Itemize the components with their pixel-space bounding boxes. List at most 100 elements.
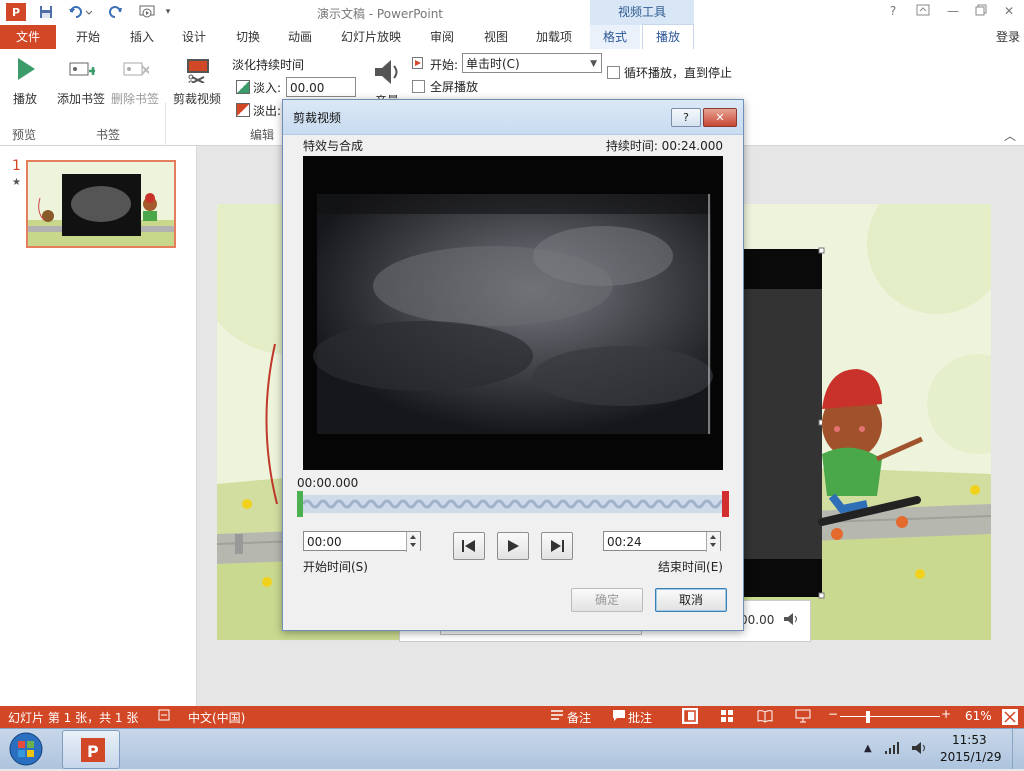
tab-addins[interactable]: 加载项 [528,25,580,49]
fade-in-label: 淡入: [253,81,282,95]
tab-home[interactable]: 开始 [66,25,110,49]
trim-timeline[interactable] [297,491,729,517]
tab-transitions[interactable]: 切换 [226,25,270,49]
add-bookmark-button[interactable]: 添加书签 [54,55,108,107]
play-preview-icon [508,540,519,552]
tab-slideshow[interactable]: 幻灯片放映 [334,25,408,49]
tab-insert[interactable]: 插入 [120,25,164,49]
powerpoint-icon: P [81,738,105,762]
slideshow-view-icon[interactable] [795,709,811,726]
start-button[interactable] [6,731,46,767]
collapse-ribbon-icon[interactable]: ︿ [1004,127,1016,144]
trim-video-icon [187,59,209,86]
tab-format[interactable]: 格式 [590,25,640,49]
next-frame-button[interactable] [541,532,573,560]
show-hidden-icons[interactable]: ▲ [864,743,872,754]
add-bookmark-label: 添加书签 [56,92,105,106]
svg-text:P: P [87,742,99,761]
fade-in-input[interactable]: 00.00 [286,77,356,97]
slide-thumbnail[interactable] [26,160,176,248]
tab-view[interactable]: 视图 [474,25,518,49]
video-time: 00.00 [740,613,775,627]
minimize-icon[interactable]: — [942,4,964,20]
language-indicator[interactable]: 中文(中国) [188,709,245,726]
network-icon[interactable] [884,741,900,758]
start-time-input[interactable]: 00:00 [303,531,421,552]
play-preview-button[interactable] [497,532,529,560]
ok-button[interactable]: 确定 [571,588,643,612]
speaker-icon [375,60,398,84]
slide-number: 1 [12,158,21,174]
clock-time[interactable]: 11:53 [952,733,987,747]
end-time-spinner[interactable] [706,532,720,552]
start-dropdown[interactable]: 单击时(C) ▼ [462,53,602,73]
fit-to-window-icon[interactable] [1002,709,1018,725]
tab-animations[interactable]: 动画 [278,25,322,49]
help-button[interactable]: ? [882,4,904,20]
group-editing-label: 编辑 [249,128,274,142]
play-button[interactable]: 播放 [6,55,44,107]
end-time-label: 结束时间(E) [658,560,723,574]
fade-in-value: 00.00 [290,81,325,95]
normal-view-icon[interactable] [682,708,698,724]
clock-date[interactable]: 2015/1/29 [940,750,1002,764]
trim-video-button[interactable]: 剪裁视频 [170,55,224,107]
play-icon [18,58,35,80]
group-bookmarks-label: 书签 [95,128,120,142]
signin-link[interactable]: 登录 [996,28,1020,45]
video-preview[interactable] [303,156,723,470]
zoom-slider-thumb[interactable] [866,711,870,723]
speaker-tray-icon[interactable] [910,740,926,759]
cancel-button[interactable]: 取消 [655,588,727,612]
zoom-in-icon[interactable]: + [941,707,951,721]
remove-bookmark-button[interactable]: 删除书签 [108,55,162,107]
media-name: 特效与合成 [303,139,364,153]
zoom-level[interactable]: 61% [965,709,992,723]
tab-review[interactable]: 审阅 [420,25,464,49]
reading-view-icon[interactable] [757,709,773,726]
tab-playback[interactable]: 播放 [642,24,694,50]
start-time-value: 00:00 [307,535,342,549]
start-time-label: 开始时间(S) [303,560,368,574]
fade-duration-label: 淡化持续时间 [232,58,305,72]
fade-out-icon [236,103,250,117]
fullscreen-checkbox[interactable] [412,80,425,96]
comments-icon[interactable] [612,709,626,724]
dialog-close-button[interactable]: ✕ [703,108,737,127]
title-bar: P ▾ 演示文稿 - PowerPoint 视频工具 ? — ✕ [0,0,1024,26]
status-bar: 幻灯片 第 1 张，共 1 张 中文(中国) 备注 批注 − + 61% [0,706,1024,728]
media-duration: 持续时间: 00:24.000 [605,139,723,153]
start-time-spinner[interactable] [406,532,420,552]
dialog-title: 剪裁视频 [293,111,342,125]
remove-bookmark-label: 删除书签 [110,92,159,106]
slide-thumbnail-pane: 1 ★ [0,146,197,706]
chevron-down-icon: ▼ [590,59,597,69]
restore-icon[interactable] [970,4,992,20]
trim-video-dialog: 剪裁视频 ? ✕ 特效与合成 持续时间: 00:24.000 00:00.000… [282,99,744,631]
tab-file[interactable]: 文件 [0,25,56,49]
notes-icon[interactable] [550,709,564,724]
dialog-help-button[interactable]: ? [671,108,701,127]
show-desktop-button[interactable] [1012,729,1024,769]
tab-design[interactable]: 设计 [172,25,216,49]
loop-checkbox[interactable] [607,66,620,82]
add-bookmark-icon [69,62,97,76]
taskbar-powerpoint[interactable]: P [62,730,120,769]
play-label: 播放 [12,92,37,106]
start-label: 开始: [430,58,459,72]
notes-button[interactable]: 备注 [567,709,591,726]
ribbon-tabs: 文件 开始 插入 设计 切换 动画 幻灯片放映 审阅 视图 加载项 格式 播放 … [0,24,1024,50]
accessibility-icon[interactable] [158,709,170,724]
comments-button[interactable]: 批注 [628,709,652,726]
end-time-value: 00:24 [607,535,642,549]
end-time-input[interactable]: 00:24 [603,531,721,552]
zoom-slider[interactable] [840,716,940,717]
slide-count: 幻灯片 第 1 张，共 1 张 [8,711,139,725]
volume-icon[interactable] [782,611,798,630]
zoom-out-icon[interactable]: − [828,707,838,721]
close-icon[interactable]: ✕ [998,4,1020,20]
slide-sorter-icon[interactable] [720,709,734,726]
previous-frame-button[interactable] [453,532,485,560]
start-icon [412,57,426,69]
ribbon-display-icon[interactable] [912,4,934,20]
